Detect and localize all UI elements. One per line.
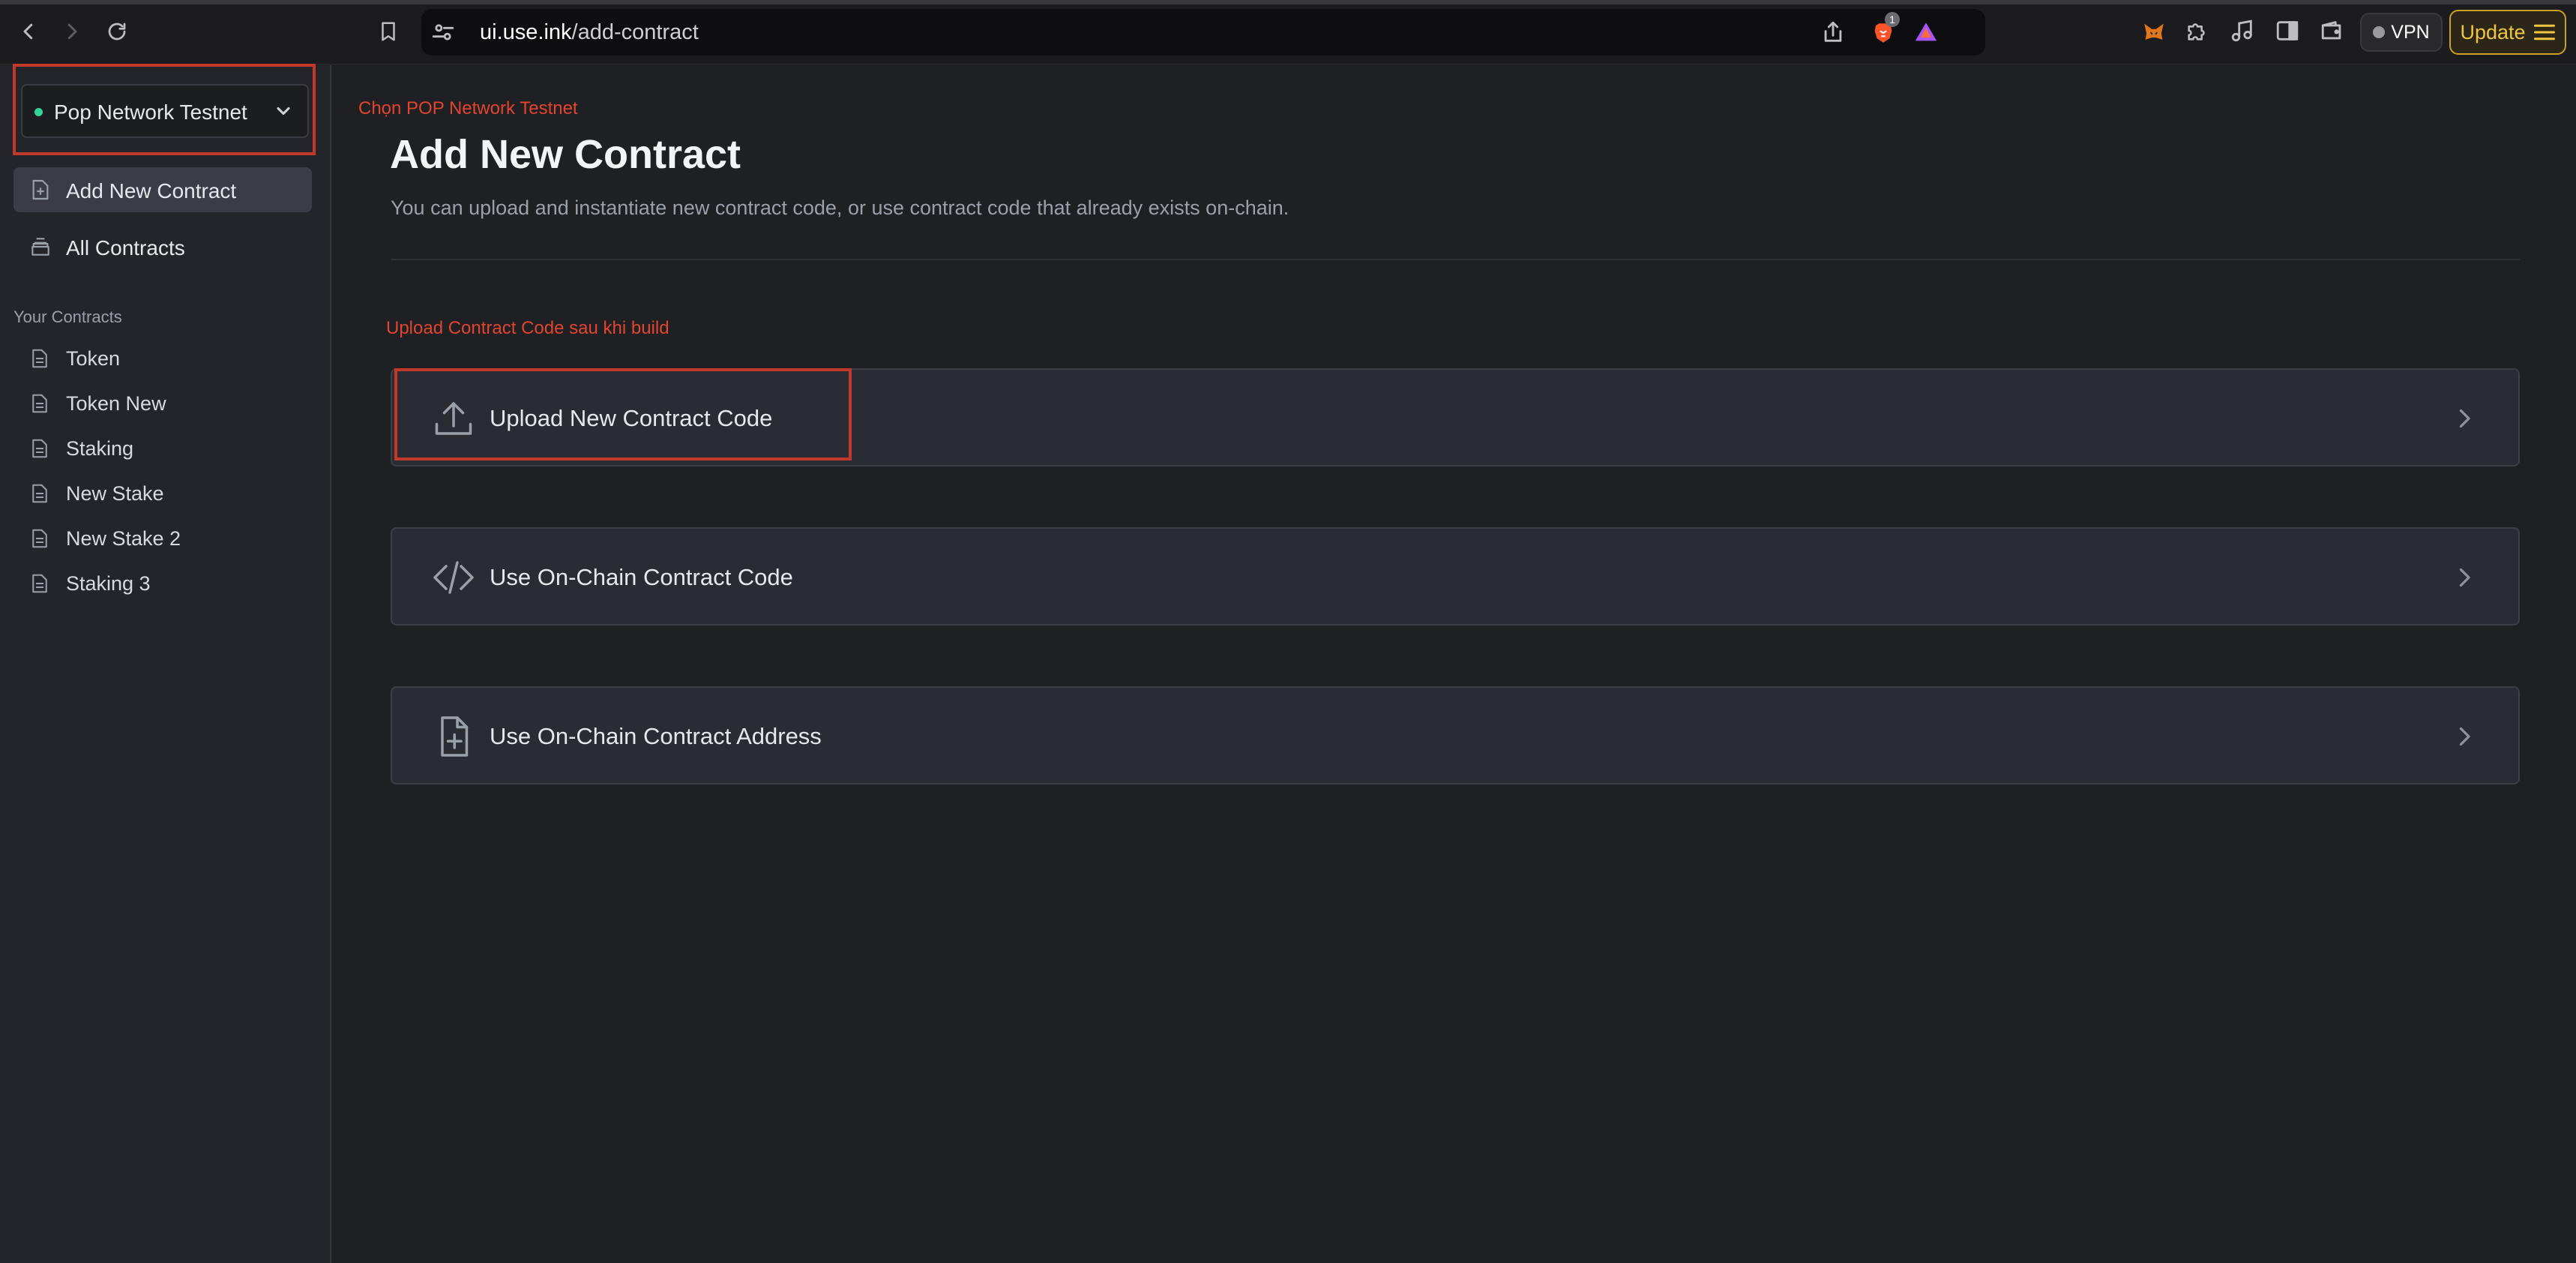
code-icon (433, 561, 474, 594)
contract-name: Staking 3 (66, 572, 151, 595)
contract-name: New Stake (66, 482, 164, 505)
vpn-button[interactable]: VPN (2360, 13, 2443, 52)
address-bar[interactable]: ui.use.ink/add-contract 1 (421, 9, 1985, 56)
add-file-icon (32, 179, 49, 200)
rewards-triangle-icon (1915, 22, 1937, 41)
brave-rewards-button[interactable] (1913, 20, 1939, 45)
extensions-button[interactable] (2185, 18, 2210, 44)
menu-icon (2533, 24, 2555, 40)
contract-name: Token (66, 347, 121, 370)
url-host: ui.use.ink (480, 20, 572, 44)
chevron-left-icon (23, 23, 33, 40)
music-note-icon (2231, 20, 2252, 42)
sidebar-contract-item[interactable]: New Stake 2 (13, 518, 312, 558)
use-on-chain-contract-address-option[interactable]: Use On-Chain Contract Address (391, 686, 2520, 784)
browser-toolbar: ui.use.ink/add-contract 1 VPN Update (0, 0, 2576, 64)
vpn-status-icon (2373, 26, 2386, 38)
forward-button[interactable] (55, 15, 88, 48)
puzzle-icon (2188, 23, 2205, 40)
wallet-button[interactable] (2320, 18, 2345, 44)
your-contracts-heading: Your Contracts (13, 308, 122, 326)
sidebar: Pop Network Testnet Add New Contract All… (0, 65, 331, 1263)
document-icon (32, 439, 47, 458)
window-strip (0, 0, 2576, 4)
sidebar-toggle-button[interactable] (2275, 18, 2300, 44)
chevron-right-icon (2459, 727, 2470, 746)
sidebar-contract-item[interactable]: New Stake (13, 472, 312, 513)
vpn-label: VPN (2391, 21, 2430, 43)
chevron-right-icon (67, 23, 77, 40)
page-description: You can upload and instantiate new contr… (391, 196, 1289, 219)
document-icon (32, 349, 47, 368)
update-label: Update (2460, 20, 2526, 44)
network-annotation-text: Chọn POP Network Testnet (358, 98, 578, 118)
wallet-icon (2321, 21, 2341, 40)
brave-shields-button[interactable]: 1 (1868, 12, 1900, 48)
back-button[interactable] (12, 15, 45, 48)
update-button[interactable]: Update (2449, 10, 2566, 55)
sidebar-contract-item[interactable]: Staking 3 (13, 562, 312, 603)
network-annotation-box (13, 64, 316, 155)
stack-icon (31, 238, 49, 256)
fox-icon (2144, 23, 2164, 40)
sidebar-item-label: Add New Contract (66, 179, 237, 202)
option-label: Use On-Chain Contract Code (490, 564, 793, 590)
contract-name: Staking (66, 437, 134, 460)
document-icon (32, 574, 47, 593)
shield-badge: 1 (1885, 12, 1900, 27)
sidebar-contract-item[interactable]: Staking (13, 428, 312, 468)
reload-button[interactable] (100, 15, 133, 48)
sidebar-item-all-contracts[interactable]: All Contracts (13, 224, 312, 269)
page-title: Add New Contract (390, 132, 741, 177)
chevron-right-icon (2459, 409, 2470, 428)
file-plus-icon (441, 716, 469, 757)
sidebar-item-add-new-contract[interactable]: Add New Contract (13, 167, 312, 212)
share-icon[interactable] (1820, 20, 1846, 45)
upload-annotation-box (394, 368, 852, 460)
media-button[interactable] (2230, 18, 2255, 44)
bookmark-icon (382, 22, 395, 41)
url-path: /add-contract (571, 20, 699, 44)
use-on-chain-contract-code-option[interactable]: Use On-Chain Contract Code (391, 527, 2520, 626)
contract-name: Token New (66, 392, 166, 415)
site-settings-icon[interactable] (430, 20, 456, 45)
document-icon (32, 394, 47, 413)
sidebar-panel-icon (2276, 21, 2299, 40)
sidebar-contract-item[interactable]: Token (13, 338, 312, 378)
upload-annotation-text: Upload Contract Code sau khi build (386, 318, 669, 338)
divider (391, 259, 2520, 260)
contract-name: New Stake 2 (66, 527, 181, 550)
chevron-right-icon (2459, 568, 2470, 587)
sidebar-item-label: All Contracts (66, 236, 185, 260)
document-icon (32, 529, 47, 548)
url-text: ui.use.ink/add-contract (480, 20, 699, 45)
sidebar-contract-item[interactable]: Token New (13, 382, 312, 423)
option-label: Use On-Chain Contract Address (490, 723, 822, 749)
reload-icon (108, 22, 126, 40)
document-icon (32, 484, 47, 503)
bookmark-button[interactable] (372, 15, 405, 48)
metamask-extension[interactable] (2140, 18, 2168, 46)
